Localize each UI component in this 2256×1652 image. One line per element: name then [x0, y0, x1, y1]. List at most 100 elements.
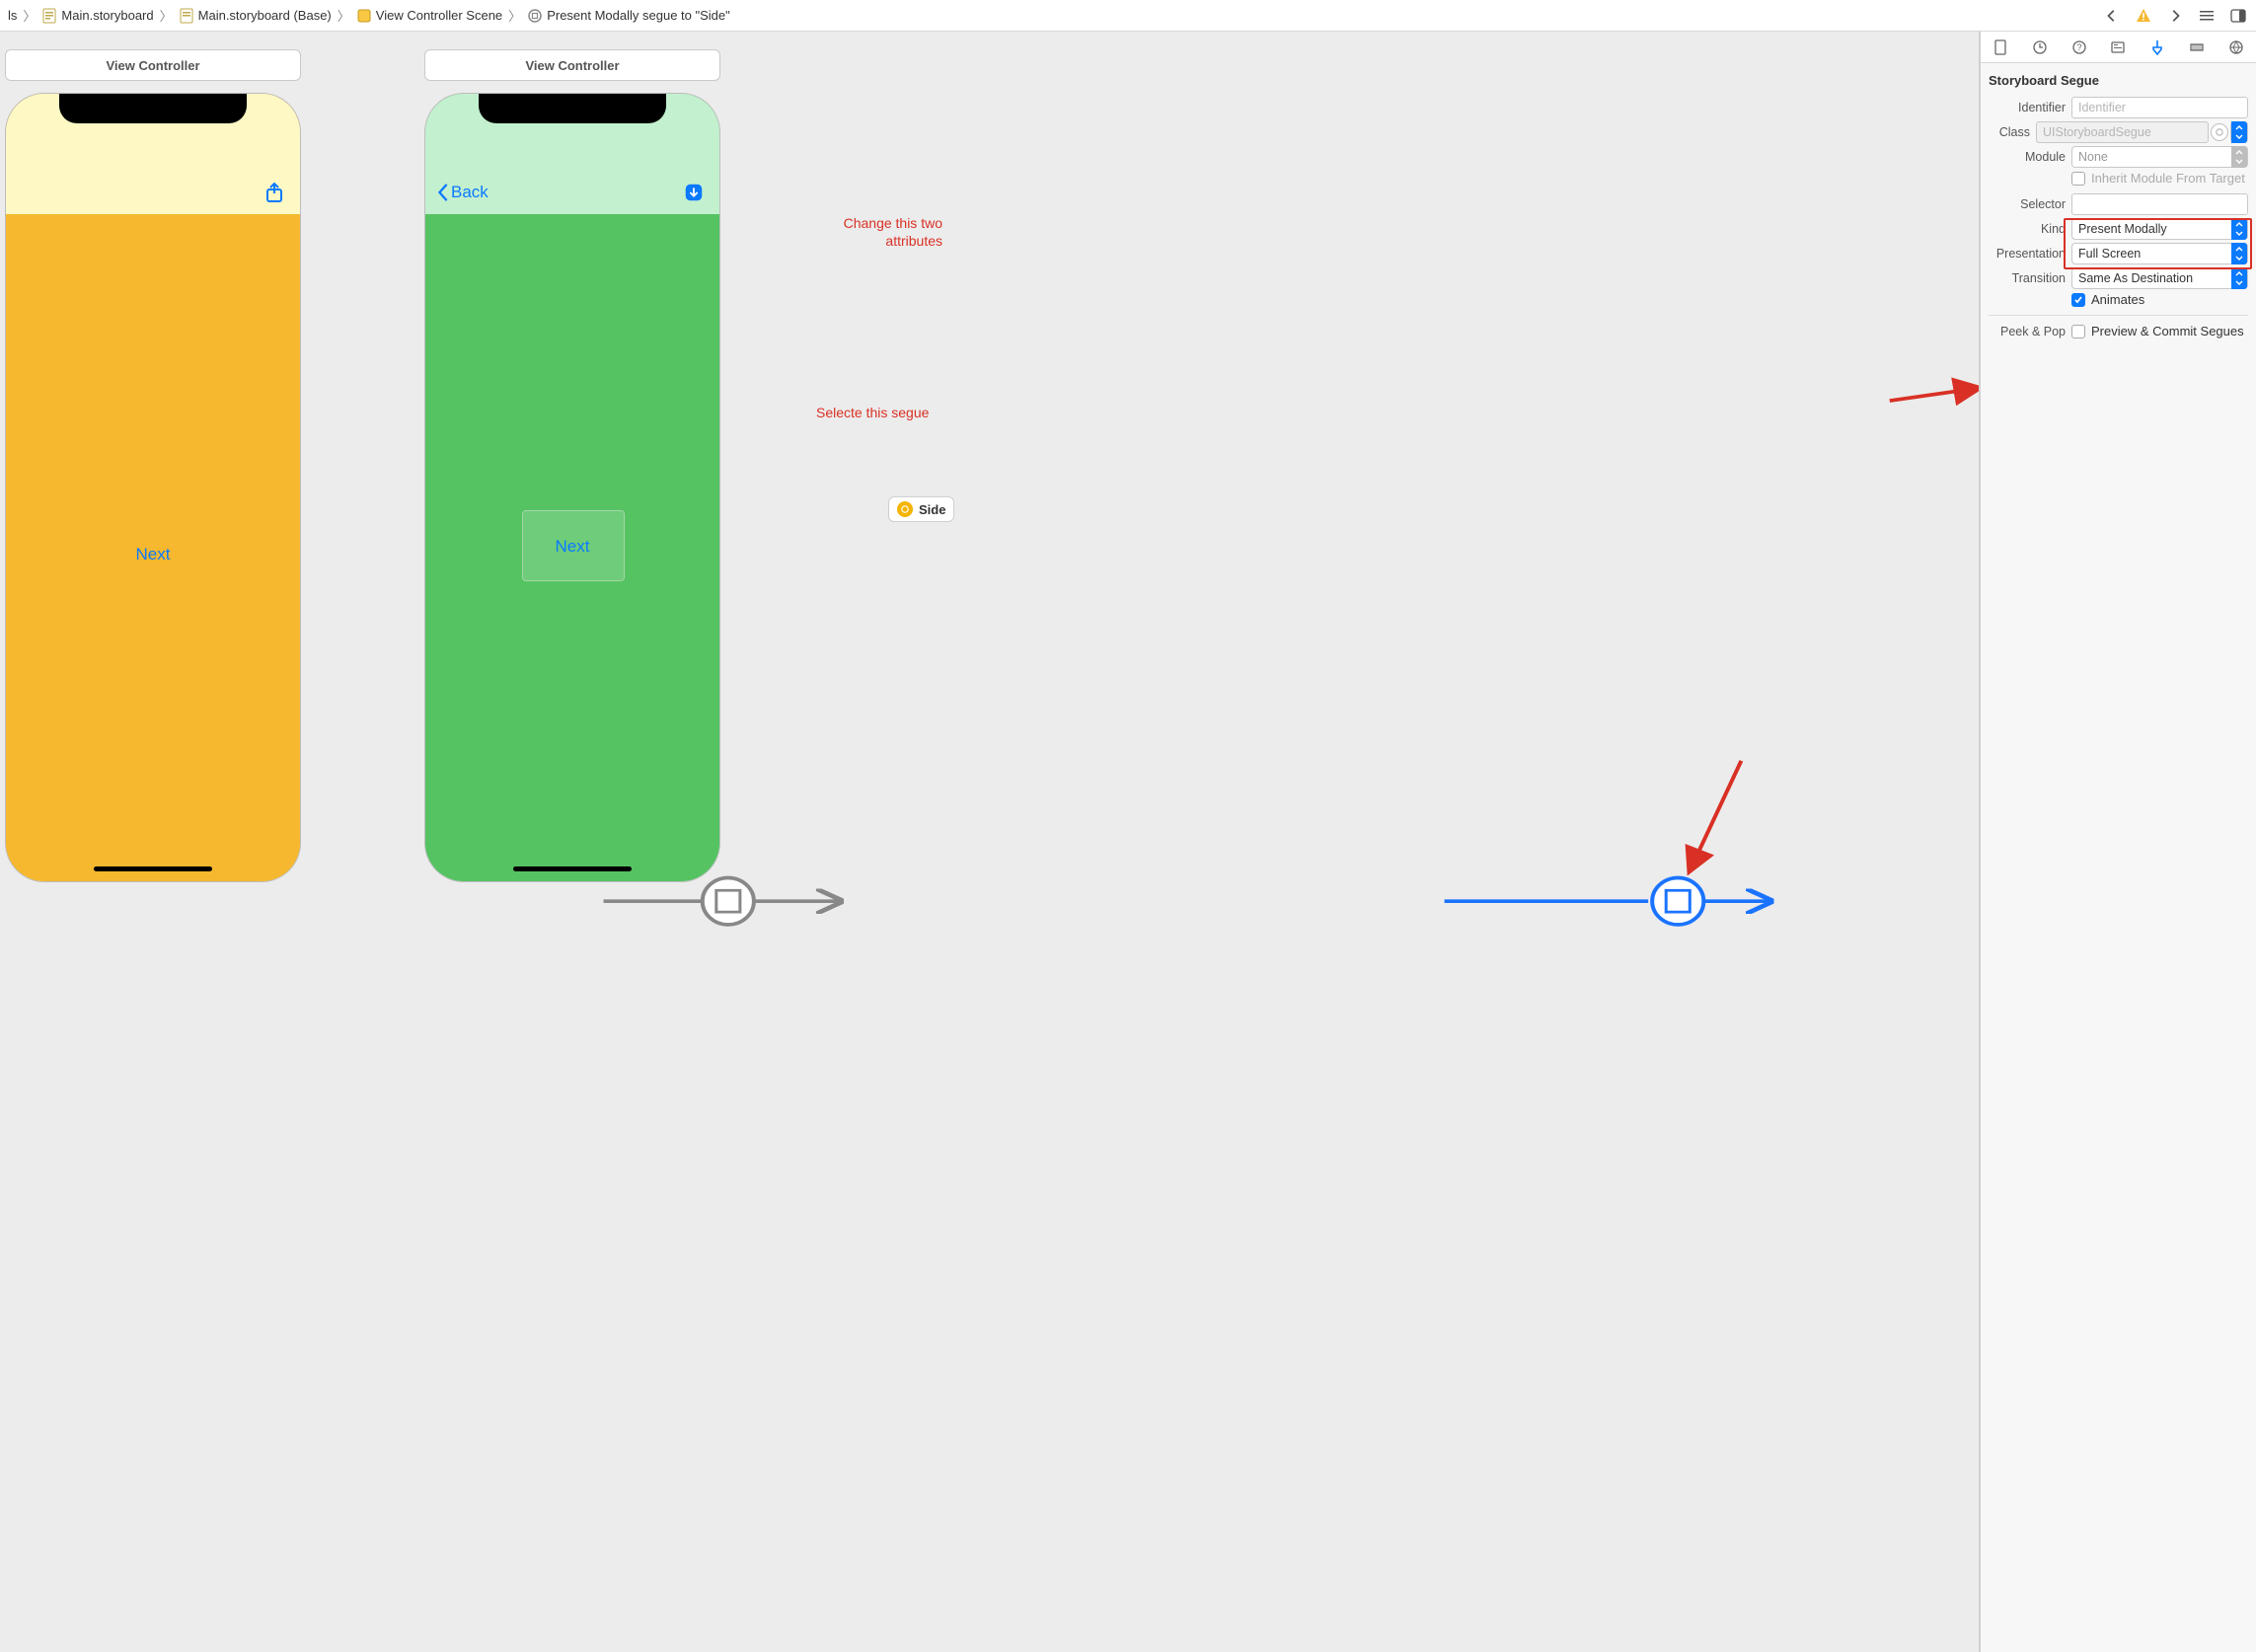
inherit-module-checkbox[interactable]	[2071, 172, 2085, 186]
breadcrumb-label: View Controller Scene	[376, 8, 502, 23]
kind-value: Present Modally	[2078, 222, 2167, 236]
inspector-body: Storyboard Segue Identifier Class Module…	[1981, 63, 2256, 353]
class-clear-button[interactable]	[2211, 123, 2228, 141]
annotation-select-segue: Selecte this segue	[816, 405, 929, 420]
back-label: Back	[451, 183, 489, 202]
peek-pop-option-label: Preview & Commit Segues	[2091, 324, 2244, 338]
transition-value: Same As Destination	[2078, 271, 2193, 285]
scene-title-label: View Controller	[106, 58, 199, 73]
scene-vc2[interactable]: View Controller Back	[424, 49, 720, 882]
breadcrumb-item[interactable]: Main.storyboard	[41, 8, 153, 24]
navbar	[6, 171, 300, 214]
svg-text:?: ?	[2076, 42, 2081, 52]
presentation-label: Presentation	[1989, 247, 2066, 261]
breadcrumb-sep: 〉	[160, 6, 173, 25]
presentation-select[interactable]: Full Screen	[2071, 243, 2248, 264]
module-value: None	[2078, 150, 2108, 164]
breadcrumb-item[interactable]: ls	[8, 8, 17, 23]
inspector-tabs: ?	[1981, 32, 2256, 63]
share-icon[interactable]	[261, 179, 288, 206]
peek-pop-label: Peek & Pop	[1989, 325, 2066, 338]
scene-icon	[356, 8, 372, 24]
home-indicator	[94, 866, 212, 871]
phone-frame: Next	[5, 93, 301, 882]
toolbar: ls 〉 Main.storyboard 〉 Main.storyboard (…	[0, 0, 2256, 32]
storyboard-file-icon	[41, 8, 57, 24]
class-field[interactable]	[2036, 121, 2209, 143]
chevron-updown-icon	[2231, 146, 2247, 168]
animates-label: Animates	[2091, 292, 2144, 307]
breadcrumb-label: Present Modally segue to "Side"	[547, 8, 730, 23]
phone-frame: Back Next	[424, 93, 720, 882]
nav-forward-button[interactable]	[2165, 6, 2185, 26]
size-inspector-tab[interactable]	[2185, 36, 2209, 59]
outline-toggle-button[interactable]	[2197, 6, 2217, 26]
peek-pop-checkbox[interactable]	[2071, 325, 2085, 338]
selector-label: Selector	[1989, 197, 2066, 211]
file-inspector-tab[interactable]	[1989, 36, 2012, 59]
kind-select[interactable]: Present Modally	[2071, 218, 2248, 240]
segue-icon	[527, 8, 543, 24]
help-inspector-tab[interactable]: ?	[2068, 36, 2091, 59]
transition-select[interactable]: Same As Destination	[2071, 267, 2248, 289]
breadcrumb-item[interactable]: Main.storyboard (Base)	[179, 8, 332, 24]
breadcrumb-label: ls	[8, 8, 17, 23]
scene-title-label: View Controller	[525, 58, 619, 73]
history-inspector-tab[interactable]	[2028, 36, 2052, 59]
canvas[interactable]: View Controller Next	[0, 32, 1980, 1652]
identifier-field[interactable]	[2071, 97, 2248, 118]
inherit-module-label: Inherit Module From Target	[2091, 171, 2245, 186]
notch	[59, 94, 247, 123]
home-indicator	[513, 866, 632, 871]
nav-back-button[interactable]	[2102, 6, 2122, 26]
breadcrumb-sep: 〉	[23, 6, 36, 25]
section-title: Storyboard Segue	[1989, 69, 2248, 94]
identifier-label: Identifier	[1989, 101, 2066, 114]
panel-toggle-button[interactable]	[2228, 6, 2248, 26]
workspace: View Controller Next	[0, 32, 2256, 1652]
warning-icon[interactable]	[2134, 6, 2153, 26]
breadcrumb-item[interactable]: Present Modally segue to "Side"	[527, 8, 730, 24]
module-label: Module	[1989, 150, 2066, 164]
inspector-panel: ? Storyboard Segue Identifier Class	[1980, 32, 2256, 1652]
scene-vc1[interactable]: View Controller Next	[5, 49, 301, 882]
class-dropdown-button[interactable]	[2231, 121, 2247, 143]
identity-inspector-tab[interactable]	[2106, 36, 2130, 59]
presentation-value: Full Screen	[2078, 247, 2141, 261]
animates-checkbox[interactable]	[2071, 293, 2085, 307]
breadcrumb-label: Main.storyboard	[61, 8, 153, 23]
breadcrumb-sep: 〉	[338, 6, 350, 25]
scene-icon	[897, 501, 913, 517]
kind-label: Kind	[1989, 222, 2066, 236]
transition-label: Transition	[1989, 271, 2066, 285]
breadcrumb: ls 〉 Main.storyboard 〉 Main.storyboard (…	[8, 6, 2102, 25]
screen-body: Next	[425, 214, 719, 881]
divider	[1989, 315, 2248, 316]
class-label: Class	[1989, 125, 2030, 139]
storyboard-file-icon	[179, 8, 194, 24]
selector-field[interactable]	[2071, 193, 2248, 215]
annotation-change-attrs: Change this two attributes	[839, 215, 942, 250]
screen-body: Next	[6, 214, 300, 881]
scene-title-bar[interactable]: View Controller	[5, 49, 301, 81]
next-button[interactable]: Next	[556, 537, 590, 557]
connections-inspector-tab[interactable]	[2224, 36, 2248, 59]
attributes-inspector-tab[interactable]	[2145, 36, 2169, 59]
breadcrumb-label: Main.storyboard (Base)	[198, 8, 332, 23]
module-select[interactable]: None	[2071, 146, 2248, 168]
scene-title-bar[interactable]: View Controller	[424, 49, 720, 81]
segue-node-selected	[1652, 877, 1703, 924]
side-label: Side	[919, 502, 945, 517]
next-button[interactable]: Next	[136, 545, 171, 564]
chevron-updown-icon	[2231, 218, 2247, 240]
chevron-updown-icon	[2231, 267, 2247, 289]
navbar: Back	[425, 171, 719, 214]
notch	[479, 94, 666, 123]
toolbar-right	[2102, 6, 2248, 26]
breadcrumb-sep: 〉	[508, 6, 521, 25]
download-icon[interactable]	[680, 179, 708, 206]
side-scene-badge[interactable]: Side	[888, 496, 954, 522]
breadcrumb-item[interactable]: View Controller Scene	[356, 8, 502, 24]
back-button[interactable]: Back	[437, 183, 489, 202]
chevron-updown-icon	[2231, 243, 2247, 264]
